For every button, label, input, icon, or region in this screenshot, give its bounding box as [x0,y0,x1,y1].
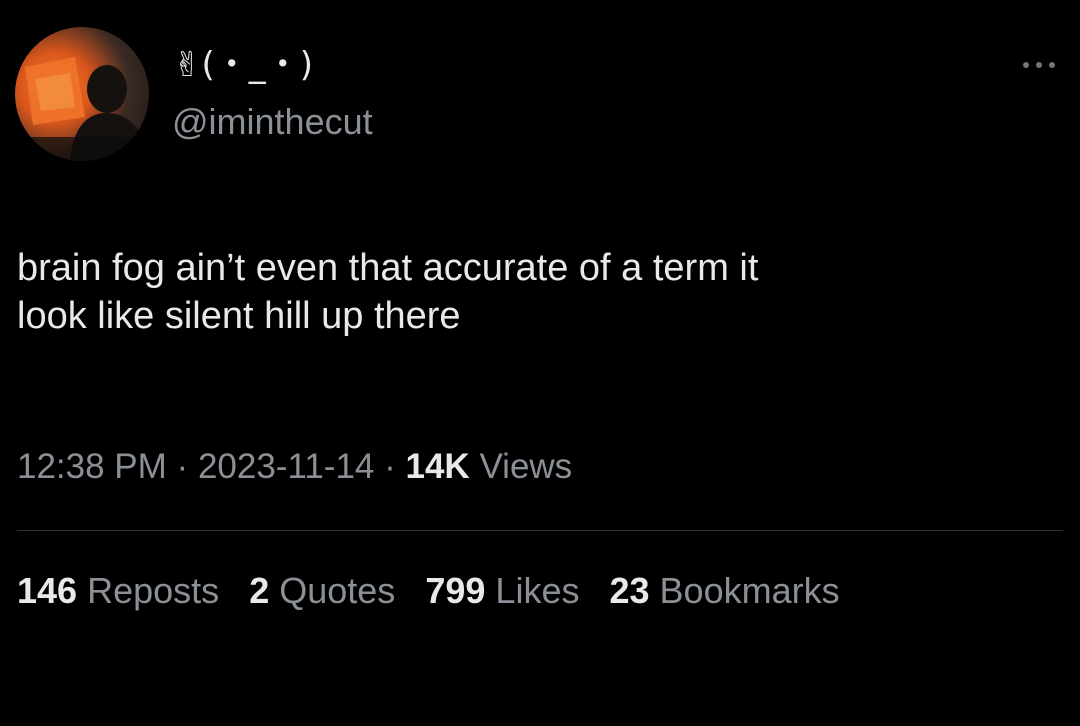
author-display-name[interactable]: ✌(・_・) [173,45,313,85]
avatar[interactable] [15,27,149,161]
tweet-text: brain fog ain’t even that accurate of a … [17,244,1057,340]
quotes-count: 2 [249,570,270,611]
views-count: 14K [405,447,470,486]
engagement-stats: 146 Reposts 2 Quotes 799 Likes 23 Bookma… [17,569,860,613]
reposts-stat[interactable]: 146 Reposts [17,570,219,611]
tweet-card: ✌(・_・) @iminthecut brain fog ain’t even … [0,0,1080,726]
likes-count: 799 [425,570,486,611]
meta-separator: · [176,447,189,486]
reposts-count: 146 [17,570,78,611]
tweet-text-line: brain fog ain’t even that accurate of a … [17,247,759,289]
more-options-icon[interactable] [1014,50,1064,80]
bookmarks-count: 23 [609,570,650,611]
views-label: Views [479,447,573,486]
divider [17,530,1063,531]
likes-stat[interactable]: 799 Likes [425,570,579,611]
reposts-label: Reposts [87,570,220,611]
tweet-meta: 12:38 PM · 2023-11-14 · 14K Views [17,446,572,488]
quotes-label: Quotes [279,570,396,611]
bookmarks-stat[interactable]: 23 Bookmarks [609,570,839,611]
author-handle[interactable]: @iminthecut [172,101,373,143]
likes-label: Likes [495,570,580,611]
bookmarks-label: Bookmarks [659,570,840,611]
tweet-text-line: look like silent hill up there [17,295,461,337]
meta-separator: · [384,447,396,486]
avatar-image [15,57,149,161]
tweet-time[interactable]: 12:38 PM [17,447,167,486]
tweet-date[interactable]: 2023-11-14 [198,447,374,486]
quotes-stat[interactable]: 2 Quotes [249,570,395,611]
